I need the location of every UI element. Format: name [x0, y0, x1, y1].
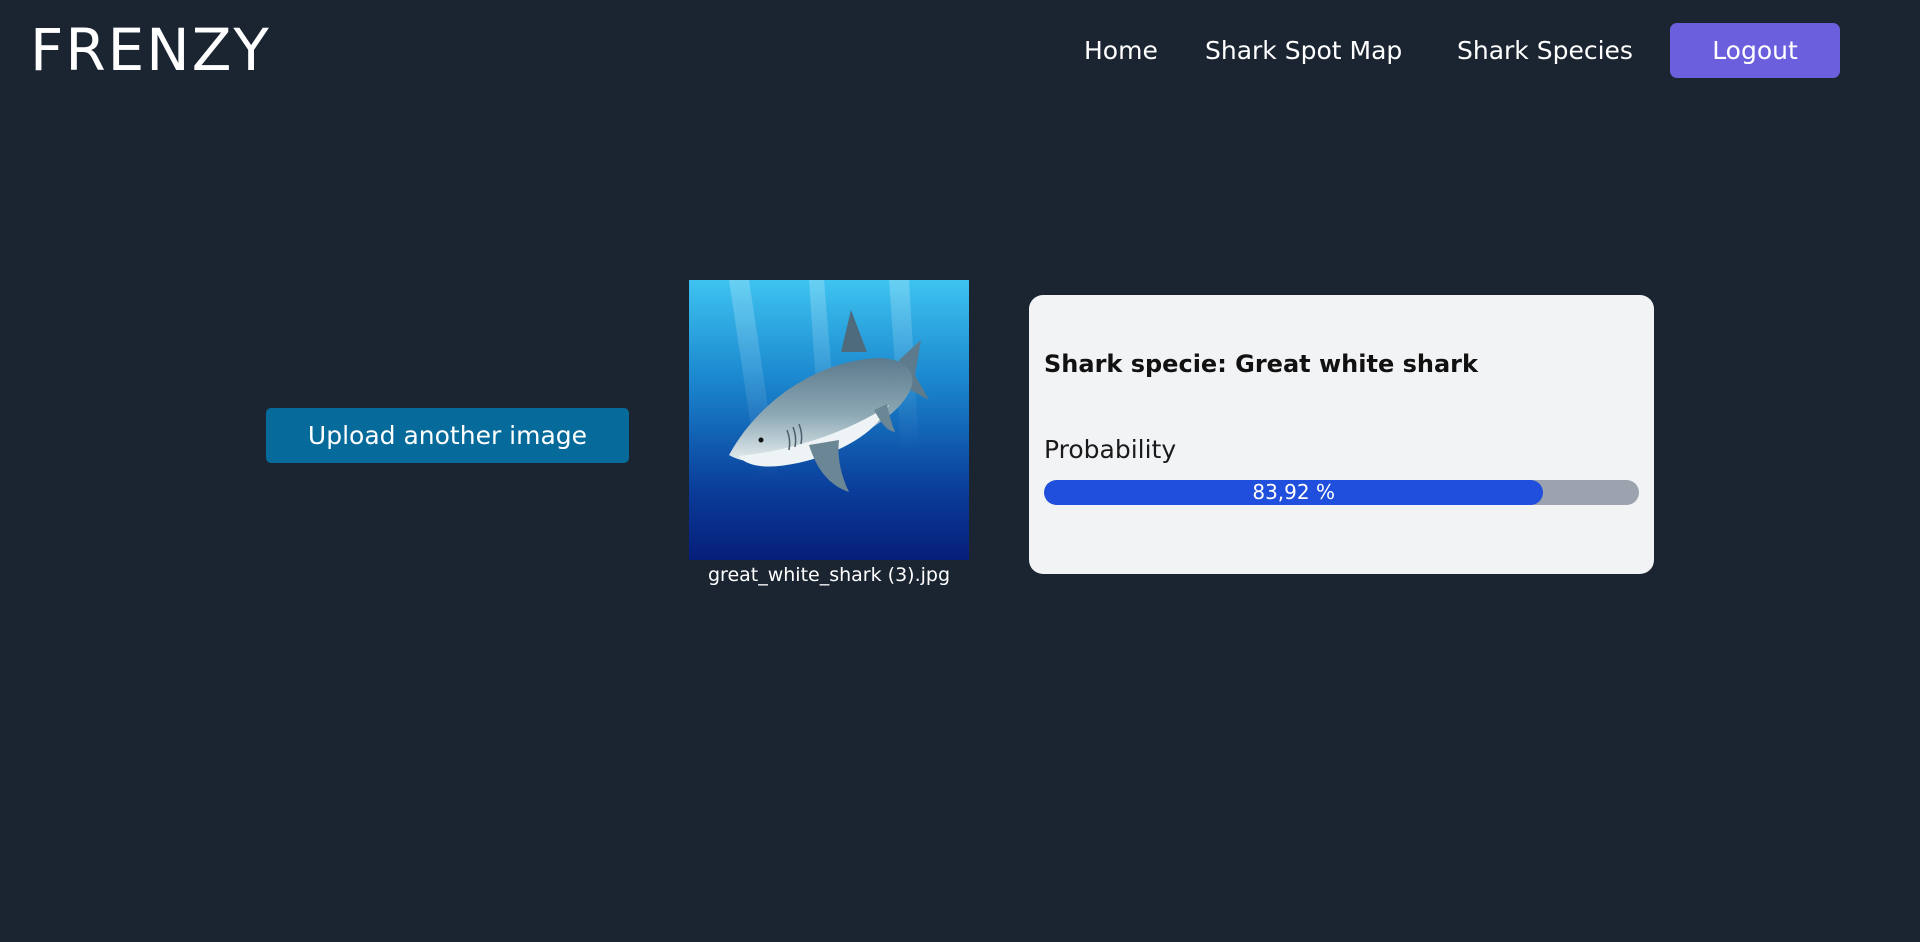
top-navigation-bar: FRENZY Home Shark Spot Map Shark Species… [0, 0, 1920, 100]
upload-another-image-button[interactable]: Upload another image [266, 408, 629, 463]
probability-label: Probability [1044, 435, 1177, 464]
nav-link-shark-species[interactable]: Shark Species [1457, 23, 1633, 78]
shark-photo-icon [689, 280, 969, 560]
nav-link-home[interactable]: Home [1084, 23, 1158, 78]
nav-link-shark-spot-map[interactable]: Shark Spot Map [1205, 23, 1402, 78]
uploaded-shark-image [689, 280, 969, 560]
brand-logo[interactable]: FRENZY [30, 14, 271, 86]
probability-bar-fill: 83,92 % [1044, 480, 1544, 505]
shark-species-result: Shark specie: Great white shark [1044, 350, 1478, 378]
image-filename: great_white_shark (3).jpg [707, 564, 951, 586]
probability-bar-track: 83,92 % [1044, 480, 1639, 505]
logout-button[interactable]: Logout [1670, 23, 1840, 78]
prediction-result-card: Shark specie: Great white shark Probabil… [1029, 295, 1654, 574]
